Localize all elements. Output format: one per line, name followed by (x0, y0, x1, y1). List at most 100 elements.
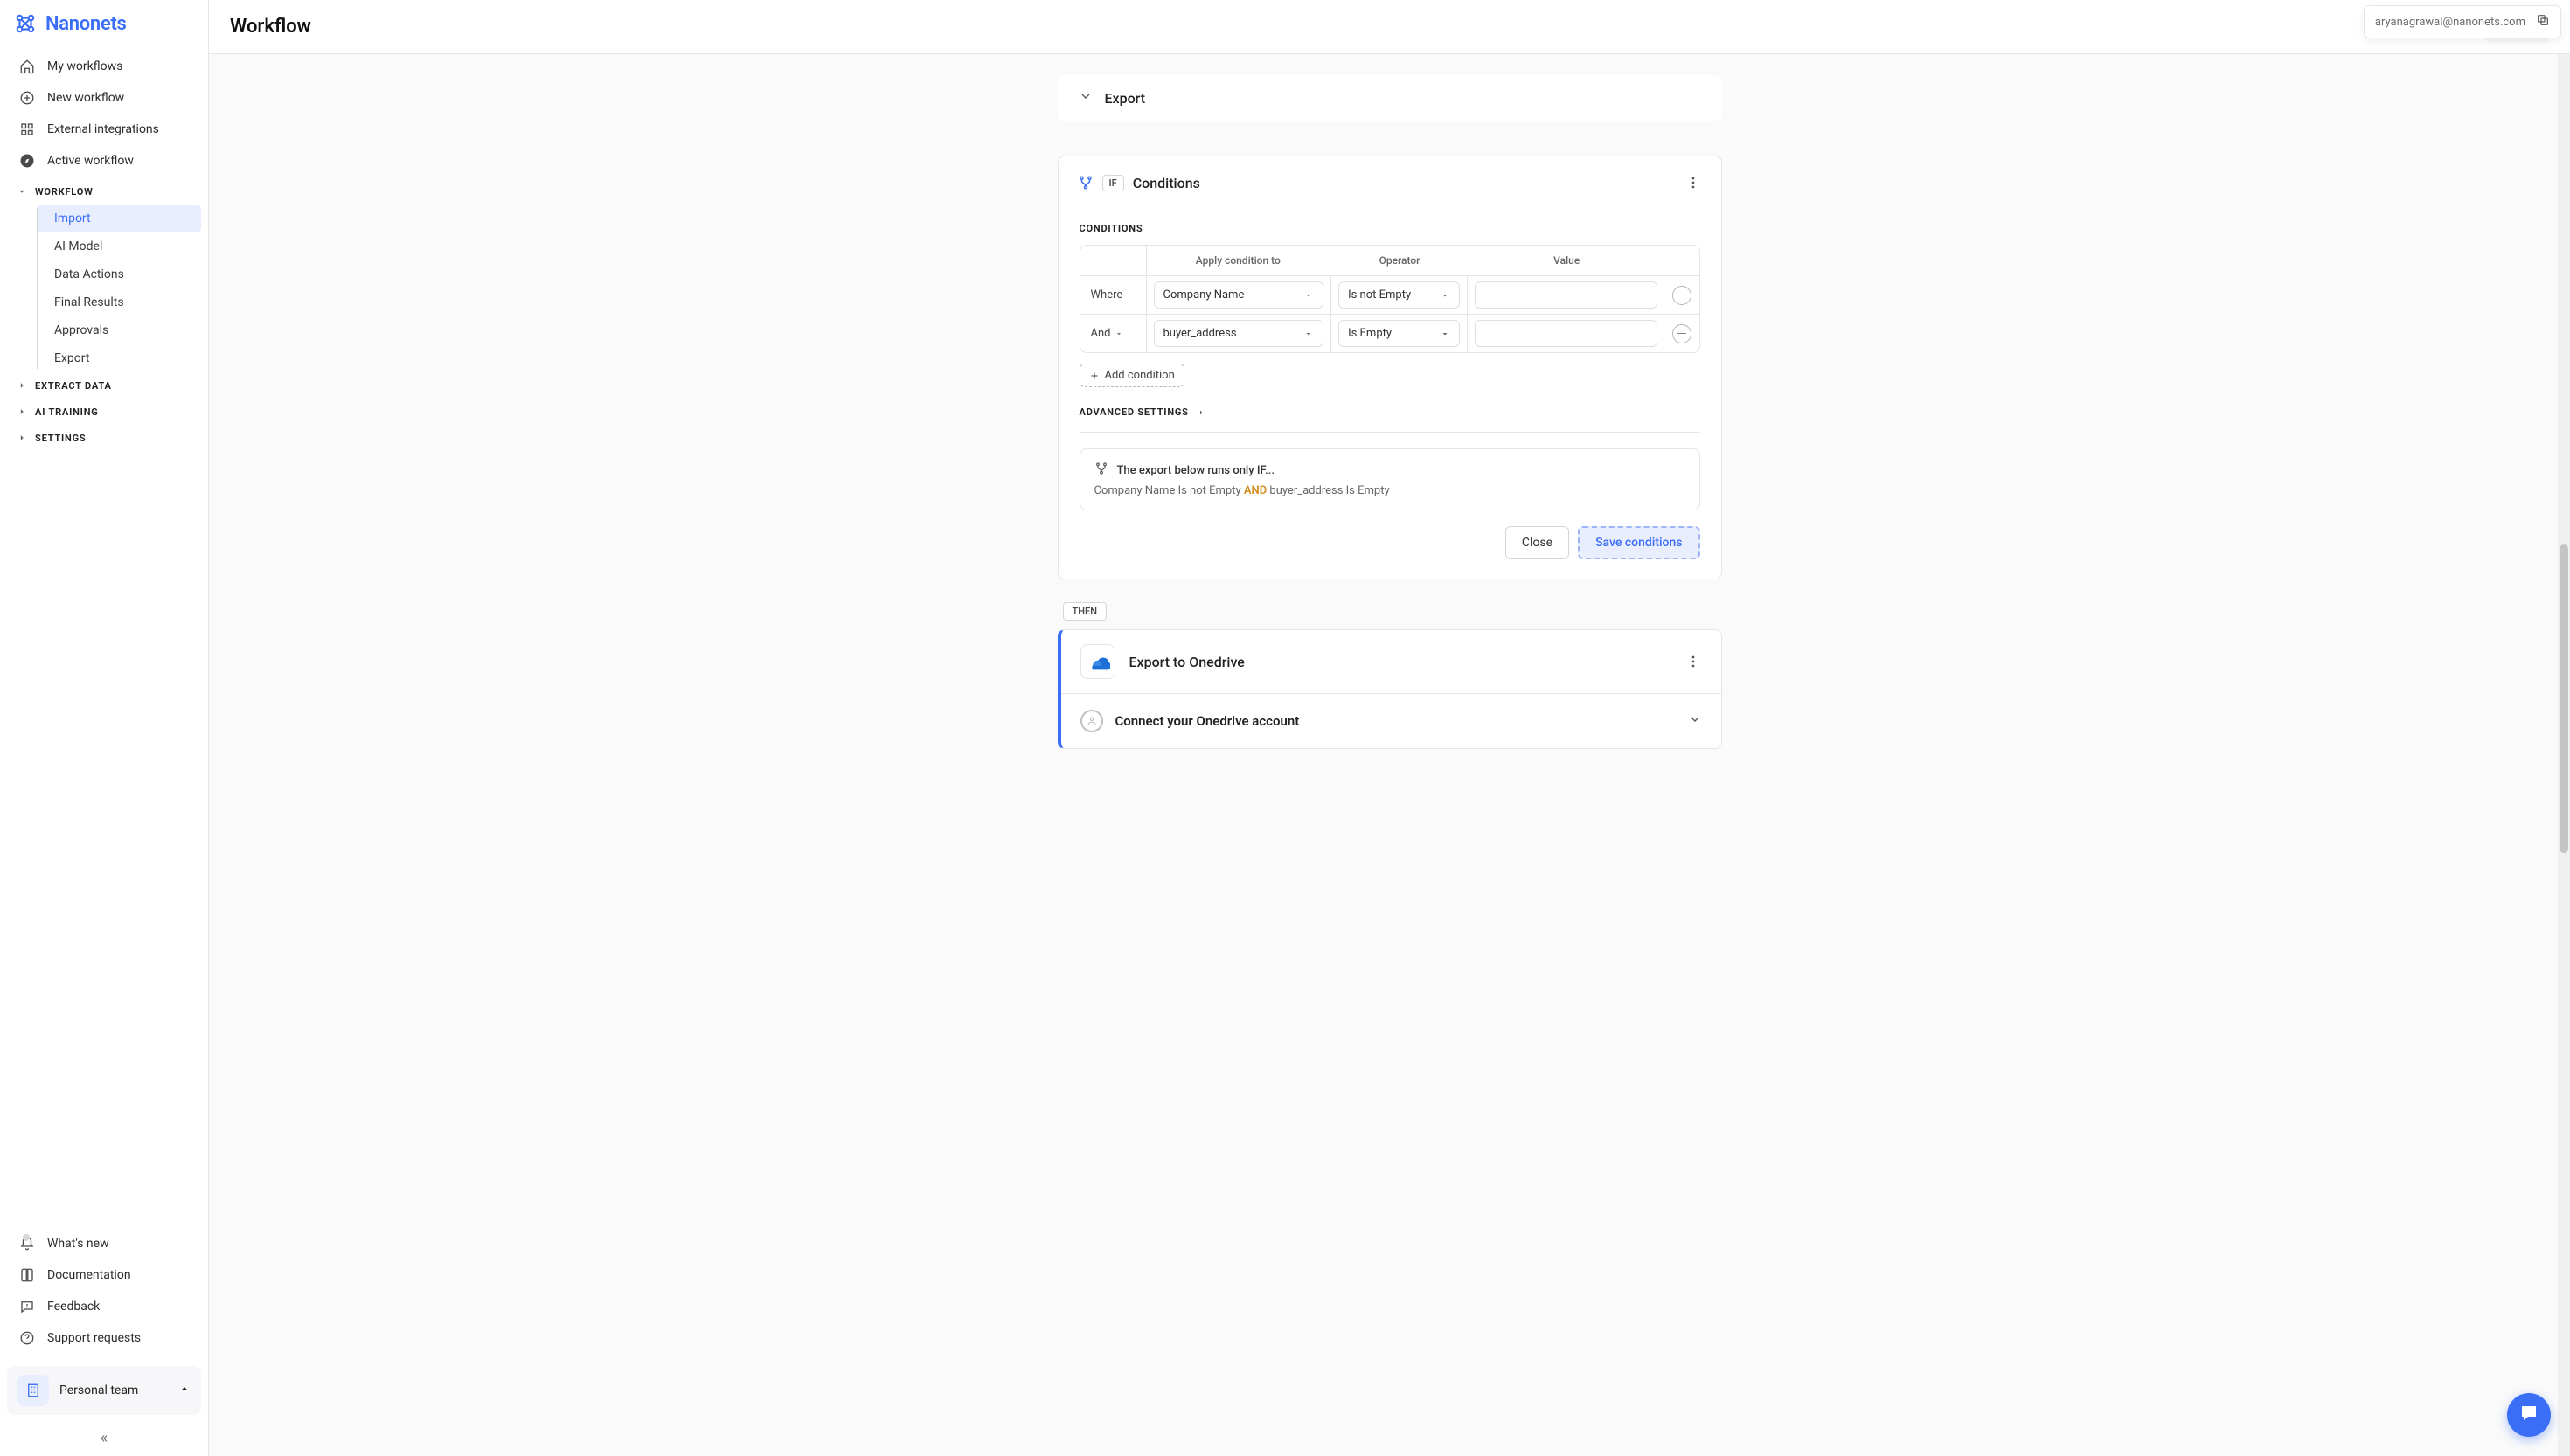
conditions-table: Apply condition to Operator Value Where … (1080, 245, 1700, 353)
sidebar-group-label: SETTINGS (35, 433, 86, 444)
delete-condition-button[interactable] (1672, 324, 1691, 343)
chevron-right-icon (16, 379, 28, 392)
operator-select[interactable]: Is not Empty (1338, 281, 1460, 309)
chevron-right-icon (16, 406, 28, 418)
summary-head-text: The export below runs only IF... (1117, 464, 1275, 477)
then-badge: THEN (1063, 602, 1108, 621)
notification-dot-icon (23, 1234, 30, 1241)
user-email-bar: aryanagrawal@nanonets.com (2364, 5, 2561, 38)
sidebar-item-support[interactable]: Support requests (7, 1322, 201, 1354)
sidebar-group-head-settings[interactable]: SETTINGS (7, 425, 201, 451)
add-condition-button[interactable]: Add condition (1080, 364, 1184, 387)
brand-name: Nanonets (45, 13, 127, 35)
sidebar-item-my-workflows[interactable]: My workflows (7, 51, 201, 82)
grid-icon (19, 121, 35, 137)
team-label: Personal team (59, 1383, 168, 1397)
sidebar-item-label: Feedback (47, 1300, 100, 1314)
sidebar-item-label: Documentation (47, 1268, 131, 1282)
th-field: Apply condition to (1146, 246, 1330, 275)
advanced-settings-toggle[interactable]: ADVANCED SETTINGS (1080, 406, 1700, 418)
connect-label: Connect your Onedrive account (1115, 713, 1676, 729)
th-value: Value (1469, 246, 1664, 275)
operator-select[interactable]: Is Empty (1338, 320, 1460, 347)
sidebar-item-label: Active workflow (47, 154, 134, 168)
sidebar-item-documentation[interactable]: Documentation (7, 1259, 201, 1291)
copy-icon[interactable] (2536, 13, 2550, 31)
value-input[interactable] (1475, 281, 1657, 309)
chat-bubble-icon (2518, 1403, 2539, 1427)
plus-circle-icon (19, 90, 35, 106)
help-circle-icon (19, 1330, 35, 1346)
sidebar-item-approvals[interactable]: Approvals (37, 316, 201, 344)
sidebar-item-label: Support requests (47, 1331, 141, 1345)
sidebar-group-head-ai-training[interactable]: AI TRAINING (7, 399, 201, 425)
brand[interactable]: Nanonets (0, 0, 208, 51)
field-select[interactable]: Company Name (1154, 281, 1324, 309)
advanced-settings-label: ADVANCED SETTINGS (1080, 406, 1189, 418)
chevron-down-icon (16, 185, 28, 198)
sidebar-item-import[interactable]: Import (37, 205, 201, 232)
building-icon (17, 1375, 49, 1406)
sidebar-item-new-workflow[interactable]: New workflow (7, 82, 201, 114)
collapse-sidebar-button[interactable]: « (0, 1422, 208, 1456)
connect-onedrive-row[interactable]: Connect your Onedrive account (1061, 693, 1721, 748)
book-icon (19, 1267, 35, 1283)
kebab-menu-button[interactable] (1684, 174, 1702, 191)
chevron-right-icon (16, 432, 28, 444)
export-section-header[interactable]: Export (1058, 75, 1722, 121)
table-header-row: Apply condition to Operator Value (1080, 246, 1699, 276)
scrollbar[interactable] (2558, 54, 2570, 1456)
th-operator: Operator (1330, 246, 1469, 275)
summary-text: Company Name Is not Empty AND buyer_addr… (1094, 484, 1685, 497)
sidebar-item-ai-model[interactable]: AI Model (37, 232, 201, 260)
condition-row: And buyer_address Is Empty (1080, 315, 1699, 352)
onedrive-icon (1080, 644, 1115, 679)
sidebar-group-label: WORKFLOW (35, 186, 94, 198)
sidebar-item-data-actions[interactable]: Data Actions (37, 260, 201, 288)
collapse-icon: « (101, 1429, 108, 1447)
sidebar-item-label: My workflows (47, 59, 122, 73)
sidebar: Nanonets My workflows New workflow Exter… (0, 0, 209, 1456)
person-icon (1080, 710, 1103, 732)
value-input[interactable] (1475, 320, 1657, 347)
sidebar-item-feedback[interactable]: Feedback (7, 1291, 201, 1322)
delete-condition-button[interactable] (1672, 286, 1691, 305)
save-conditions-button[interactable]: Save conditions (1578, 526, 1699, 559)
chevron-down-icon (1688, 712, 1702, 730)
main: Workflow Sch aryanagrawal@nanonets.com E… (209, 0, 2570, 1456)
join-select[interactable]: And (1080, 315, 1146, 352)
canvas[interactable]: Export IF Conditions CONDITIONS (209, 54, 2570, 1456)
conditions-card: IF Conditions CONDITIONS Apply condition… (1058, 156, 1722, 579)
sidebar-group-head-extract-data[interactable]: EXTRACT DATA (7, 372, 201, 399)
join-label: Where (1080, 276, 1146, 314)
team-switcher[interactable]: Personal team (7, 1366, 201, 1415)
sidebar-item-external-integrations[interactable]: External integrations (7, 114, 201, 145)
chat-fab[interactable] (2507, 1393, 2551, 1437)
export-section-label: Export (1105, 90, 1146, 107)
home-icon (19, 59, 35, 74)
kebab-menu-button[interactable] (1684, 653, 1702, 670)
sidebar-item-final-results[interactable]: Final Results (37, 288, 201, 316)
condition-summary: The export below runs only IF... Company… (1080, 448, 1700, 510)
page-title: Workflow (230, 16, 311, 38)
sidebar-item-whats-new[interactable]: What's new (7, 1228, 201, 1259)
add-condition-label: Add condition (1105, 369, 1175, 382)
message-alert-icon (19, 1299, 35, 1314)
if-badge: IF (1102, 175, 1124, 191)
topbar: Workflow Sch (209, 0, 2570, 54)
user-email: aryanagrawal@nanonets.com (2375, 16, 2525, 29)
field-select[interactable]: buyer_address (1154, 320, 1324, 347)
sidebar-item-label: External integrations (47, 122, 159, 136)
sidebar-group-workflow: WORKFLOW Import AI Model Data Actions Fi… (7, 178, 201, 372)
close-button[interactable]: Close (1505, 526, 1569, 559)
sidebar-group-head-workflow[interactable]: WORKFLOW (7, 178, 201, 205)
scrollbar-thumb[interactable] (2560, 544, 2568, 853)
onedrive-card-title: Export to Onedrive (1129, 654, 1676, 670)
sidebar-item-active-workflow[interactable]: Active workflow (7, 145, 201, 177)
sidebar-item-export[interactable]: Export (37, 344, 201, 372)
sidebar-item-label: New workflow (47, 91, 124, 105)
chevron-down-icon (1079, 89, 1093, 107)
conditions-section-label: CONDITIONS (1080, 223, 1700, 234)
sidebar-group-label: EXTRACT DATA (35, 380, 112, 392)
divider (1080, 432, 1700, 433)
